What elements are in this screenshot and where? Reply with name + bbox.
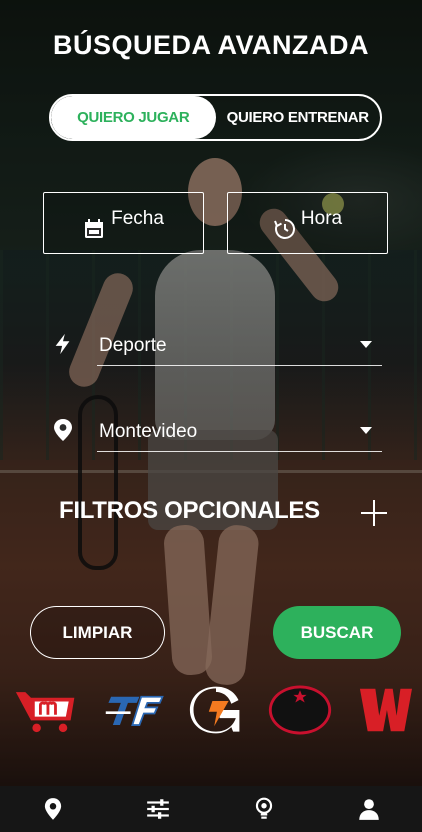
location-pin-icon <box>50 417 76 443</box>
calendar-icon <box>85 219 104 238</box>
toggle-quiero-entrenar[interactable]: QUIERO ENTRENAR <box>216 96 381 139</box>
date-picker-label: Fecha <box>111 208 164 229</box>
chevron-down-icon <box>360 427 372 434</box>
location-pin-icon <box>44 798 61 820</box>
plus-icon[interactable] <box>361 500 387 526</box>
tf-logo <box>104 682 166 738</box>
optional-filters-label: FILTROS OPCIONALES <box>59 497 320 524</box>
page-title: BÚSQUEDA AVANZADA <box>53 30 369 60</box>
toggle-quiero-jugar[interactable]: QUIERO JUGAR <box>51 96 216 139</box>
estrella-galicia-logo <box>267 682 333 738</box>
tab-profile[interactable] <box>339 786 399 832</box>
tab-ideas[interactable] <box>234 786 294 832</box>
chevron-down-icon <box>360 341 372 348</box>
city-select-row: Montevideo <box>50 412 382 452</box>
sport-select-value: Deporte <box>99 334 167 356</box>
lightning-icon <box>50 331 76 357</box>
cart-logo <box>14 682 80 738</box>
sport-select[interactable]: Deporte <box>97 326 382 366</box>
search-button[interactable]: BUSCAR <box>273 606 401 659</box>
city-select-value: Montevideo <box>99 420 198 442</box>
tab-location[interactable] <box>23 786 83 832</box>
city-select[interactable]: Montevideo <box>97 412 382 452</box>
optional-filters-toggle[interactable]: FILTROS OPCIONALES <box>59 494 389 530</box>
bottom-tab-bar <box>0 786 422 832</box>
user-icon <box>359 799 379 820</box>
time-picker-label: Hora <box>300 208 343 229</box>
time-picker-button[interactable]: Hora <box>227 192 388 254</box>
tab-filters[interactable] <box>128 786 188 832</box>
sliders-icon <box>147 799 170 819</box>
lightbulb-icon <box>255 797 272 819</box>
date-picker-button[interactable]: Fecha <box>43 192 204 254</box>
sponsor-strip <box>14 680 414 740</box>
gatorade-logo <box>189 682 243 738</box>
mode-toggle: QUIERO JUGAR QUIERO ENTRENAR <box>49 94 382 141</box>
clock-history-icon <box>273 219 295 239</box>
sport-select-row: Deporte <box>50 326 382 366</box>
clear-button[interactable]: LIMPIAR <box>30 606 165 659</box>
wilson-logo <box>356 682 414 738</box>
